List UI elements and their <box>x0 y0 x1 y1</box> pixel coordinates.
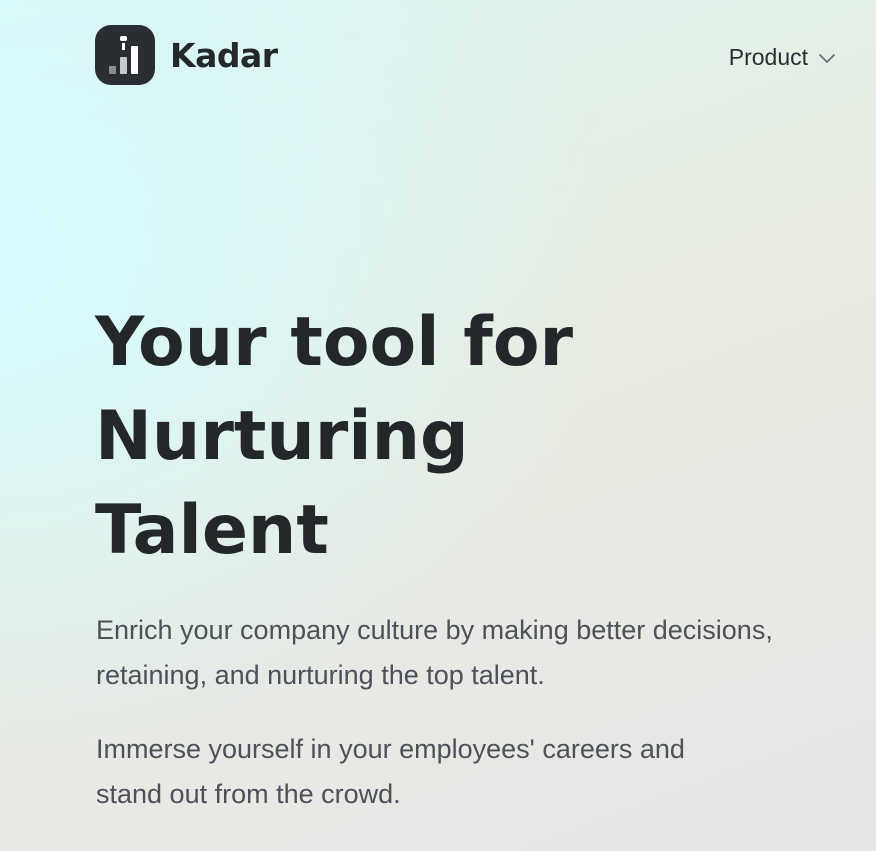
hero-title-line-1: Your tool for <box>95 303 574 382</box>
chevron-down-icon <box>819 53 835 63</box>
logo-bar-large <box>131 46 138 74</box>
hero-title: Your tool for Nurturing Talent <box>95 296 573 578</box>
hero-paragraph-1: Enrich your company culture by making be… <box>96 615 773 690</box>
logo-bar-medium <box>120 57 127 74</box>
logo-person-head <box>120 36 127 41</box>
hero-paragraph-2: Immerse yourself in your employees' care… <box>96 734 685 809</box>
landing-page: Kadar Product Your tool for Nurturing Ta… <box>0 0 876 851</box>
hero-title-line-2: Nurturing <box>95 397 469 476</box>
nav-product-dropdown[interactable]: Product <box>729 44 836 71</box>
hero-title-line-3: Talent <box>95 491 329 570</box>
logo-link[interactable]: Kadar <box>95 25 278 85</box>
nav-product-label: Product <box>728 44 808 70</box>
kadar-logo-icon <box>95 25 155 85</box>
logo-text: Kadar <box>170 35 278 75</box>
logo-person-body <box>122 43 125 50</box>
logo-bar-small <box>109 66 116 74</box>
